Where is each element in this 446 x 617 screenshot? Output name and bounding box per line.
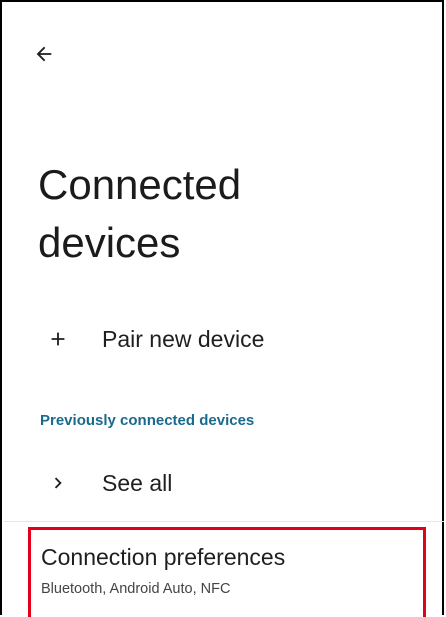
arrow-back-icon (36, 46, 52, 62)
divider (4, 521, 444, 522)
connection-preferences-title: Connection preferences (41, 544, 286, 570)
screen-frame: Connected devices Pair new device Previo… (0, 0, 444, 615)
chevron-right-icon (42, 467, 74, 499)
pair-new-device-label: Pair new device (102, 325, 265, 352)
plus-icon (42, 323, 74, 355)
see-all-item[interactable]: See all (4, 451, 444, 515)
connection-preferences-summary: Bluetooth, Android Auto, NFC (41, 581, 231, 597)
pair-new-device-item[interactable]: Pair new device (4, 307, 444, 371)
page-title: Connected devices (38, 161, 242, 266)
see-all-label: See all (102, 469, 173, 496)
back-button[interactable] (26, 36, 62, 72)
previously-connected-header: Previously connected devices (40, 412, 255, 429)
connection-preferences-item[interactable]: Connection preferences Bluetooth, Androi… (28, 527, 426, 617)
